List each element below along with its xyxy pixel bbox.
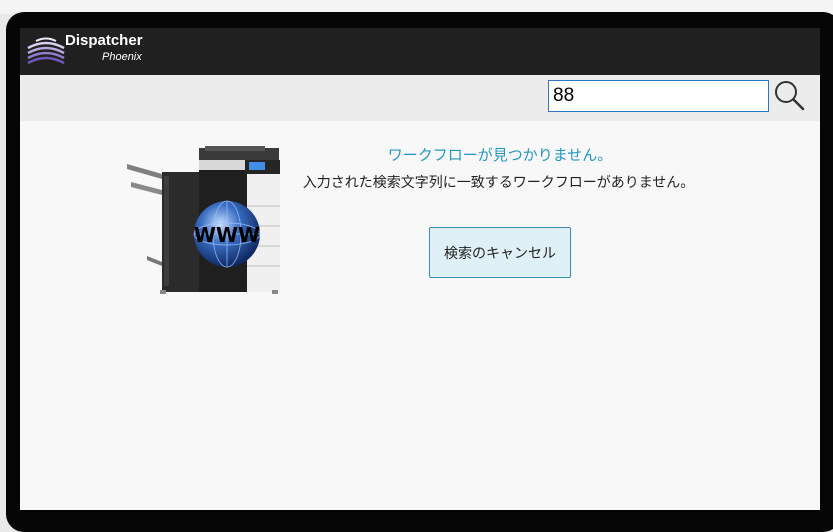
brand-name: Dispatcher — [65, 32, 143, 49]
app-header: Dispatcher Phoenix — [20, 28, 820, 75]
no-workflow-title: ワークフローが見つかりません。 — [387, 146, 613, 164]
globe-www-text: WWW — [194, 223, 260, 247]
app-screen: Dispatcher Phoenix 88 WWW ワークフローが見つかりません… — [20, 28, 820, 510]
printer-www-icon: WWW — [127, 146, 280, 294]
search-input[interactable] — [548, 80, 769, 112]
no-workflow-message: 入力された検索文字列に一致するワークフローがありません。 — [302, 175, 695, 191]
dispatcher-logo-icon — [27, 37, 65, 65]
cancel-search-button[interactable]: 検索のキャンセル — [429, 227, 571, 278]
search-bar — [20, 75, 820, 121]
main-content: WWW ワークフローが見つかりません。 入力された検索文字列に一致するワークフロ… — [20, 121, 820, 510]
brand-subtitle: Phoenix — [102, 51, 142, 63]
search-icon[interactable] — [772, 79, 806, 113]
